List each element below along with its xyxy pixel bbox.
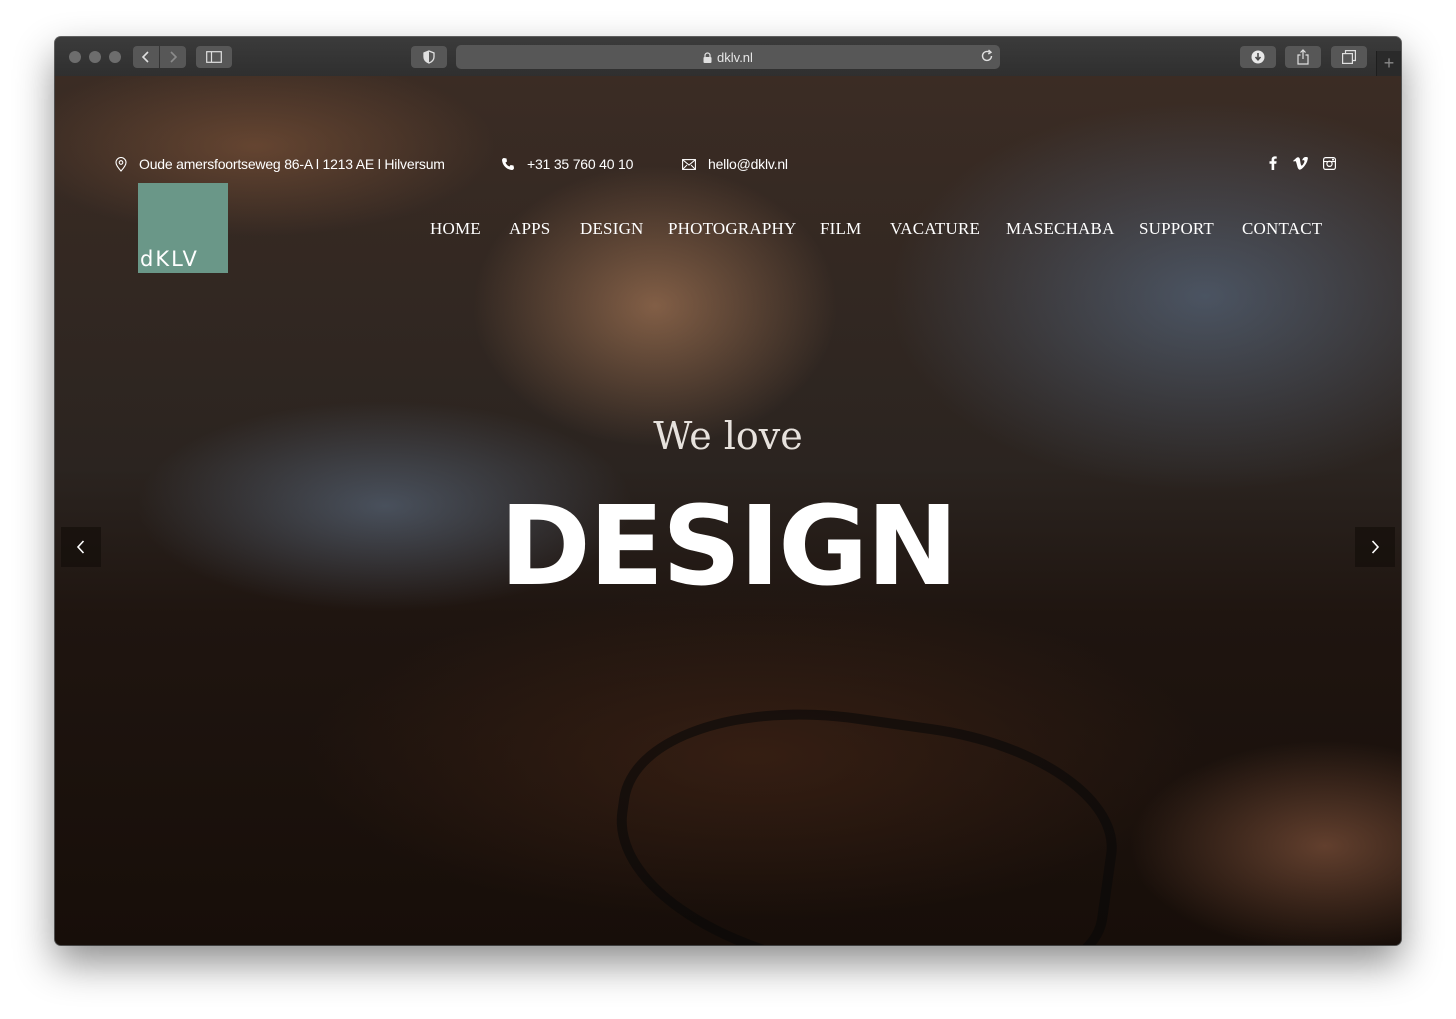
slide-title: DESIGN: [499, 482, 959, 610]
address-bar[interactable]: dklv.nl: [456, 45, 1000, 69]
nav-item-apps[interactable]: APPS: [509, 219, 550, 241]
sidebar-icon: [206, 51, 222, 63]
nav-item-photography[interactable]: PHOTOGRAPHY: [668, 219, 796, 241]
phone-icon: [502, 158, 514, 170]
slider-next-button[interactable]: [1355, 527, 1395, 567]
nav-item-film[interactable]: FILM: [820, 219, 861, 241]
nav-item-masechaba[interactable]: MASECHABA: [1006, 219, 1115, 241]
envelope-icon: [682, 159, 696, 170]
sidebar-button[interactable]: [196, 46, 232, 68]
website-viewport: Oude amersfoortseweg 86-A l 1213 AE l Hi…: [55, 76, 1401, 945]
site-logo[interactable]: dKLV: [138, 183, 228, 273]
nav-item-design[interactable]: DESIGN: [580, 219, 644, 241]
share-icon: [1297, 49, 1309, 65]
nav-item-home[interactable]: HOME: [430, 219, 481, 241]
browser-toolbar: dklv.nl +: [55, 37, 1401, 77]
address-text: Oude amersfoortseweg 86-A l 1213 AE l Hi…: [139, 156, 445, 172]
downloads-button[interactable]: [1240, 46, 1276, 68]
tabs-icon: [1342, 50, 1356, 64]
facebook-icon[interactable]: [1264, 154, 1282, 172]
chevron-left-icon: [141, 51, 149, 63]
shield-icon: [423, 50, 435, 64]
close-window-button[interactable]: [69, 51, 81, 63]
tab-overview-button[interactable]: [1331, 46, 1367, 68]
address-item: Oude amersfoortseweg 86-A l 1213 AE l Hi…: [115, 156, 445, 172]
phone-text: +31 35 760 40 10: [527, 156, 634, 172]
instagram-icon[interactable]: [1320, 154, 1338, 172]
nav-item-support[interactable]: SUPPORT: [1139, 219, 1214, 241]
map-pin-icon: [115, 156, 127, 172]
download-icon: [1251, 50, 1265, 64]
slide-subtitle: We love: [653, 414, 803, 458]
browser-window: dklv.nl + Oude amersfoortseweg 86-A l 12…: [55, 37, 1401, 945]
forward-button[interactable]: [160, 46, 186, 68]
share-button[interactable]: [1285, 46, 1321, 68]
hero-background-image: [599, 682, 1131, 945]
minimize-window-button[interactable]: [89, 51, 101, 63]
email-item[interactable]: hello@dklv.nl: [682, 156, 788, 172]
chevron-left-icon: [76, 540, 85, 554]
back-button[interactable]: [133, 46, 159, 68]
chevron-right-icon: [1371, 540, 1380, 554]
phone-item[interactable]: +31 35 760 40 10: [501, 156, 633, 172]
nav-item-vacature[interactable]: VACATURE: [890, 219, 980, 241]
reload-icon[interactable]: [980, 49, 994, 66]
url-text: dklv.nl: [717, 49, 753, 65]
new-tab-button[interactable]: +: [1376, 51, 1401, 76]
logo-text: dKLV: [140, 247, 199, 271]
privacy-report-button[interactable]: [411, 46, 447, 68]
zoom-window-button[interactable]: [109, 51, 121, 63]
vimeo-icon[interactable]: [1291, 154, 1309, 172]
lock-icon: [703, 51, 712, 63]
email-text: hello@dklv.nl: [708, 156, 788, 172]
chevron-right-icon: [170, 51, 178, 63]
slider-prev-button[interactable]: [61, 527, 101, 567]
nav-item-contact[interactable]: CONTACT: [1242, 219, 1322, 241]
